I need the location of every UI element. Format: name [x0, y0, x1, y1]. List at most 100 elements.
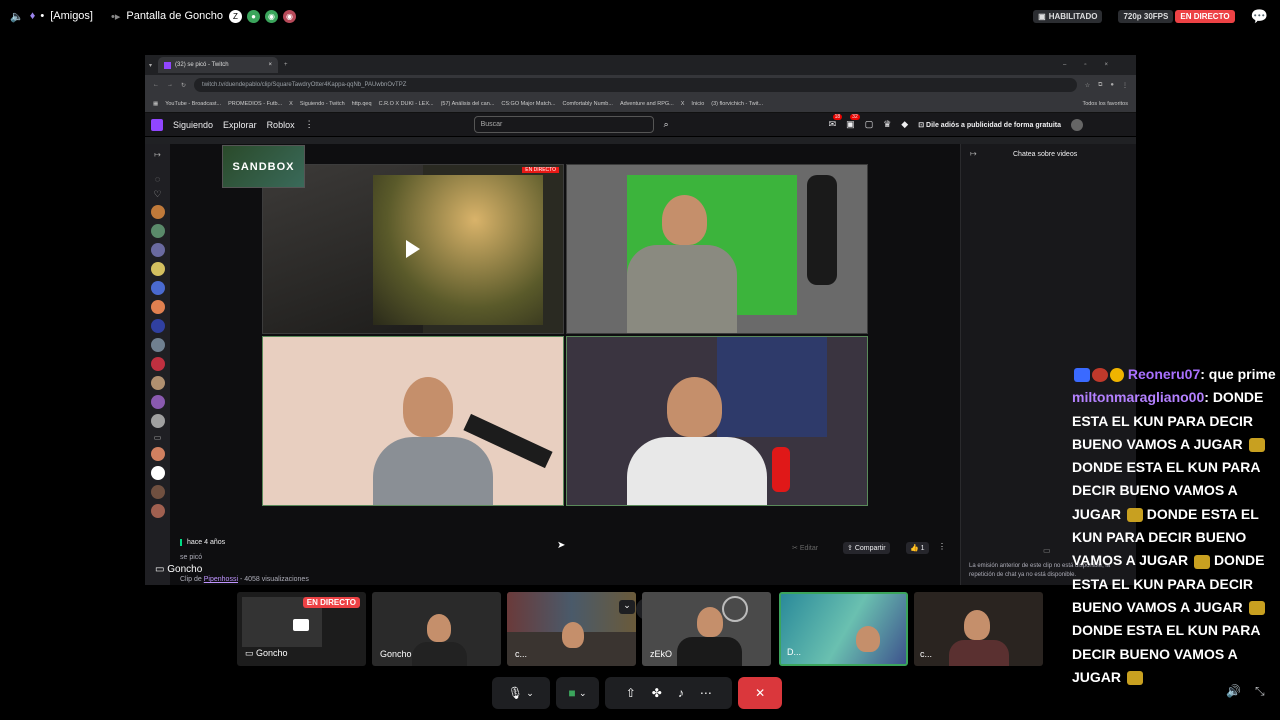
inbox-icon[interactable]: ▣ 32: [846, 114, 860, 130]
user-avatar[interactable]: [1070, 118, 1083, 131]
heart-icon[interactable]: ♡: [153, 189, 161, 200]
address-field[interactable]: twitch.tv/duendepablo/clip/SquareTawdryO…: [194, 78, 1077, 92]
collapse-chat-icon[interactable]: ↦: [970, 149, 977, 158]
bookmark[interactable]: CS:GO Major Match...: [501, 101, 555, 107]
profile-icon[interactable]: ●: [1110, 82, 1114, 88]
participant-tile[interactable]: EN DIRECTO ▭ Goncho: [237, 592, 366, 666]
channel-avatar[interactable]: [150, 357, 165, 371]
participant-tile[interactable]: c... ⌄: [507, 592, 636, 666]
like-button[interactable]: 👍 1: [906, 542, 929, 554]
channel-avatar[interactable]: [150, 281, 165, 295]
reload-icon[interactable]: ↻: [181, 82, 186, 89]
search-icon[interactable]: ⌕: [664, 119, 669, 130]
recommended-icon[interactable]: ◌: [155, 174, 160, 184]
close-tab-icon[interactable]: ×: [269, 62, 273, 68]
chevron-down-icon[interactable]: ⌄: [579, 688, 587, 699]
back-icon[interactable]: ←: [153, 82, 159, 88]
soundboard-icon[interactable]: ♪: [678, 686, 684, 700]
bookmark[interactable]: Comfortably Numb...: [563, 101, 613, 107]
video-tile-3[interactable]: [262, 336, 564, 506]
channel-avatar[interactable]: [150, 224, 165, 238]
channel-avatar[interactable]: [150, 319, 165, 333]
expand-sidebar-icon[interactable]: ↦: [154, 150, 161, 159]
crown-icon[interactable]: ◆: [901, 119, 908, 130]
bookmark[interactable]: X: [289, 101, 293, 107]
screen-share-button[interactable]: ⇧: [626, 686, 636, 700]
more-icon[interactable]: ⋯: [700, 686, 712, 700]
new-tab-icon[interactable]: +: [284, 62, 288, 68]
speaker-icon[interactable]: 🔈: [10, 10, 24, 23]
more-icon[interactable]: ⋮: [305, 119, 314, 130]
channel-avatar[interactable]: [150, 485, 165, 499]
channel-avatar[interactable]: [150, 504, 165, 518]
channel-avatar[interactable]: [150, 447, 165, 461]
bookmark[interactable]: Adventure and RPG...: [620, 101, 674, 107]
channel-avatar[interactable]: [150, 376, 165, 390]
whispers-icon[interactable]: ▢: [865, 119, 874, 130]
bookmark[interactable]: Siguiendo - Twitch: [300, 101, 345, 107]
nav-roblox[interactable]: Roblox: [267, 120, 295, 130]
channel-avatar[interactable]: [150, 466, 165, 480]
nav-following[interactable]: Siguiendo: [173, 120, 213, 130]
hangup-button[interactable]: ✕: [738, 677, 782, 709]
chat-message: miltonmaragliano00: DONDE ESTA EL KUN PA…: [1072, 386, 1280, 689]
channel-avatar[interactable]: [150, 338, 165, 352]
mute-button[interactable]: 🎙 ⌄: [492, 677, 550, 709]
share-button[interactable]: ⇪ Compartir: [843, 542, 890, 554]
nav-explore[interactable]: Explorar: [223, 120, 257, 130]
server-icon[interactable]: ♦ •: [30, 10, 44, 22]
video-tile-screen[interactable]: EN DIRECTO: [262, 164, 564, 334]
ad-free-promo[interactable]: ⊡ Dile adiós a publicidad de forma gratu…: [918, 121, 1061, 129]
star-icon[interactable]: ☆: [1085, 82, 1090, 89]
channel-avatar[interactable]: [150, 205, 165, 219]
video-icon[interactable]: ▭: [154, 433, 162, 442]
bookmark[interactable]: C.R.O X DUKI - LEX...: [379, 101, 434, 107]
forward-icon[interactable]: →: [167, 82, 173, 88]
window-controls[interactable]: –▫×: [1063, 62, 1126, 68]
channel-avatar[interactable]: [150, 243, 165, 257]
browser-tab[interactable]: (32) se picó - Twitch ×: [158, 57, 279, 73]
group-label[interactable]: [Amigos]: [50, 10, 93, 22]
participant-name: ▭ Goncho: [245, 648, 288, 658]
top-right-status: ▣ HABILITADO 720p 30FPS EN DIRECTO 💬: [1033, 8, 1268, 25]
channel-avatar[interactable]: [150, 414, 165, 428]
chat-username[interactable]: miltonmaragliano00: [1072, 389, 1204, 405]
extensions-icon[interactable]: ⧉: [1098, 82, 1102, 89]
participant-tile[interactable]: c...: [914, 592, 1043, 666]
channel-avatar[interactable]: [150, 262, 165, 276]
bookmark[interactable]: PROMEDIOS - Futb...: [228, 101, 282, 107]
bookmark[interactable]: http.qeq: [352, 101, 372, 107]
menu-icon[interactable]: ⋮: [1122, 82, 1128, 89]
clip-author-link[interactable]: Pipenhossi: [204, 576, 238, 583]
all-favorites[interactable]: Todos los favoritos: [1082, 101, 1128, 107]
chat-username[interactable]: Reoneru07: [1128, 366, 1200, 382]
prime-icon[interactable]: ♛: [883, 119, 891, 130]
edit-button[interactable]: ✂ Editar: [792, 544, 818, 552]
participant-tile[interactable]: D...: [779, 592, 908, 666]
notifications-icon[interactable]: ✉ 18: [829, 114, 843, 130]
video-tile-4[interactable]: [566, 336, 868, 506]
emote-icon: [1126, 671, 1143, 686]
participant-tile[interactable]: zEkO: [642, 592, 771, 666]
participant-tile[interactable]: Goncho: [372, 592, 501, 666]
twitch-logo-icon[interactable]: [151, 118, 163, 131]
camera-button[interactable]: ■ ⌄: [555, 677, 600, 709]
chat-bubble-icon[interactable]: 💬: [1251, 8, 1268, 25]
collapse-icon[interactable]: ⌄: [619, 600, 635, 614]
bookmark[interactable]: Inicio: [691, 101, 704, 107]
more-options-icon[interactable]: ⋮: [938, 542, 946, 551]
apps-icon[interactable]: ▦: [153, 101, 158, 107]
channel-avatar[interactable]: [150, 395, 165, 409]
tab-title: (32) se picó - Twitch: [175, 62, 229, 68]
activities-icon[interactable]: ✤: [652, 686, 662, 700]
bookmark[interactable]: X: [681, 101, 685, 107]
play-icon[interactable]: [406, 240, 420, 258]
chevron-down-icon[interactable]: ⌄: [526, 688, 534, 699]
bookmark[interactable]: (57) Análisis del can...: [441, 101, 495, 107]
video-tile-green[interactable]: [566, 164, 868, 334]
search-input[interactable]: Buscar: [473, 116, 654, 133]
channel-avatar[interactable]: [150, 300, 165, 314]
bookmark[interactable]: (3) florvichich - Twit...: [711, 101, 763, 107]
tab-dropdown-icon[interactable]: ▾: [149, 62, 152, 69]
bookmark[interactable]: YouTube - Broadcast...: [165, 101, 221, 107]
